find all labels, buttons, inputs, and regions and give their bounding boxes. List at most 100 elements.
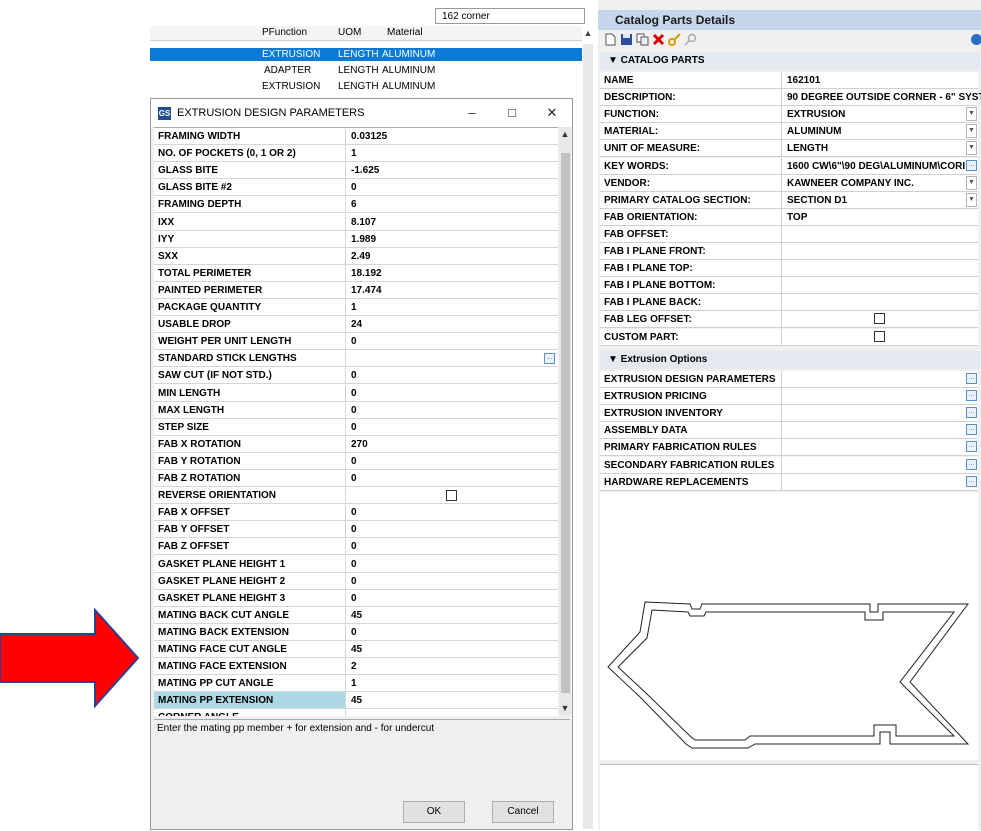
parts-list-row[interactable]: ADAPTER LENGTH ALUMINUM	[150, 64, 582, 77]
parameter-value[interactable]: 0	[346, 470, 558, 486]
catalog-row[interactable]: FAB I PLANE FRONT:	[600, 243, 978, 260]
catalog-field-value[interactable]: SECTION D1	[782, 192, 981, 208]
ellipsis-button[interactable]: ...	[966, 458, 977, 470]
parameter-row[interactable]: MIN LENGTH 0	[154, 384, 558, 402]
parameter-row[interactable]: GASKET PLANE HEIGHT 20	[154, 572, 558, 590]
ellipsis-button[interactable]: ...	[544, 353, 555, 365]
parameter-value[interactable]: 0.03125	[346, 128, 558, 144]
parameter-row[interactable]: MAX LENGTH 0	[154, 401, 558, 419]
parameter-row[interactable]: WEIGHT PER UNIT LENGTH 0	[154, 333, 558, 351]
ellipsis-button[interactable]: ...	[966, 441, 977, 453]
parameter-row[interactable]: CORNER ANGLE	[154, 709, 558, 716]
catalog-row[interactable]: FAB I PLANE BACK:	[600, 294, 981, 312]
parts-list-row[interactable]: EXTRUSION LENGTH ALUMINUM	[150, 80, 582, 93]
parameter-row[interactable]: GLASS BITE #2 0	[154, 179, 558, 197]
parameter-value[interactable]: 0	[346, 590, 558, 606]
catalog-field-value[interactable]	[782, 294, 981, 310]
parameter-row[interactable]: MATING PP CUT ANGLE 1	[154, 675, 558, 693]
catalog-field-value[interactable]: EXTRUSION	[782, 106, 981, 122]
parameter-row[interactable]: GLASS BITE -1.625	[154, 162, 558, 180]
parameter-value[interactable]: 8.107	[346, 214, 558, 230]
ellipsis-button[interactable]: ...	[966, 424, 977, 436]
parameter-value[interactable]: 18.192	[346, 265, 558, 281]
section-extrusion-options[interactable]: ▼ Extrusion Options	[600, 351, 980, 369]
parameter-row[interactable]: FRAMING DEPTH 6	[154, 196, 558, 214]
dropdown-arrow-icon[interactable]: ▼	[966, 124, 977, 139]
ellipsis-button[interactable]: ...	[966, 475, 977, 487]
catalog-row[interactable]: UNIT OF MEASURE: LENGTH ▼	[600, 140, 981, 158]
maximize-button[interactable]: □	[497, 103, 527, 123]
catalog-field-value[interactable]: ALUMINUM	[782, 123, 981, 139]
parameter-row[interactable]: MATING FACE EXTENSION 2	[154, 658, 558, 676]
parameter-row[interactable]: PAINTED PERIMETER 17.474	[154, 281, 558, 299]
catalog-row[interactable]: PRIMARY CATALOG SECTION: SECTION D1 ▼	[600, 191, 981, 209]
extrusion-option-row[interactable]: EXTRUSION PRICING...	[600, 388, 978, 406]
minimize-button[interactable]: –	[457, 103, 487, 123]
parameter-row[interactable]: USABLE DROP 24	[154, 316, 558, 334]
catalog-field-value[interactable]: LENGTH	[782, 140, 981, 156]
parameter-row[interactable]: TOTAL PERIMETER 18.192	[154, 264, 558, 282]
catalog-row[interactable]: FAB OFFSET:	[600, 225, 981, 243]
parameter-row[interactable]: SAW CUT (IF NOT STD.) 0	[154, 367, 558, 385]
parameter-row[interactable]: FAB X OFFSET 0	[154, 504, 558, 522]
parameter-row[interactable]: MATING PP EXTENSION 45	[154, 692, 558, 710]
dropdown-arrow-icon[interactable]: ▼	[966, 175, 977, 190]
parameter-value[interactable]: 1	[346, 675, 558, 691]
save-icon[interactable]	[620, 33, 633, 46]
column-header-uom[interactable]: UOM	[338, 26, 361, 40]
grid-scrollbar-thumb[interactable]	[561, 153, 570, 693]
catalog-field-value[interactable]	[782, 226, 981, 242]
parameter-value[interactable]: 0	[346, 367, 558, 383]
catalog-row[interactable]: VENDOR: KAWNEER COMPANY INC. ▼	[600, 174, 981, 192]
parameter-value[interactable]: 0	[346, 179, 558, 195]
parameter-value[interactable]: 2.49	[346, 248, 558, 264]
parameter-row[interactable]: GASKET PLANE HEIGHT 30	[154, 589, 558, 607]
parameter-row[interactable]: FAB Y ROTATION 0	[154, 452, 558, 470]
parameter-row[interactable]: IXX 8.107	[154, 213, 558, 231]
parameter-value[interactable]: 0	[346, 402, 558, 418]
scroll-down-icon[interactable]: ▼	[559, 703, 571, 713]
cancel-button[interactable]: Cancel	[492, 801, 554, 823]
parameter-value[interactable]: 0	[346, 521, 558, 537]
parameter-value[interactable]: 45	[346, 641, 558, 657]
parameter-value[interactable]: 0	[346, 453, 558, 469]
parameter-value[interactable]: 17.474	[346, 282, 558, 298]
parameter-value[interactable]: 6	[346, 196, 558, 212]
extrusion-option-row[interactable]: EXTRUSION DESIGN PARAMETERS...	[600, 371, 978, 388]
catalog-field-value[interactable]	[782, 243, 981, 259]
catalog-row[interactable]: FUNCTION: EXTRUSION ▼	[600, 106, 981, 124]
catalog-field-value[interactable]	[782, 277, 981, 293]
parameter-value[interactable]: 2	[346, 658, 558, 674]
catalog-field-value[interactable]	[782, 260, 981, 276]
parameter-row[interactable]: STANDARD STICK LENGTHS...	[154, 350, 558, 368]
column-header-material[interactable]: Material	[387, 26, 423, 40]
parameter-row[interactable]: PACKAGE QUANTITY 1	[154, 299, 558, 316]
parameter-value[interactable]: 1.989	[346, 231, 558, 247]
parameter-row[interactable]: MATING BACK CUT ANGLE 45	[154, 606, 558, 624]
catalog-row[interactable]: CUSTOM PART:	[600, 328, 978, 346]
catalog-row[interactable]: DESCRIPTION: 90 DEGREE OUTSIDE CORNER - 6…	[600, 89, 981, 107]
parameter-value[interactable]: 1	[346, 299, 558, 315]
parameter-value[interactable]: 1	[346, 145, 558, 161]
parameter-row[interactable]: FAB Z OFFSET 0	[154, 538, 558, 556]
dropdown-arrow-icon[interactable]: ▼	[966, 192, 977, 207]
parameter-value[interactable]: -1.625	[346, 162, 558, 178]
parameter-value[interactable]: 0	[346, 419, 558, 435]
parameter-row[interactable]: FRAMING WIDTH 0.03125	[154, 128, 558, 145]
parameter-value[interactable]: 0	[346, 538, 558, 554]
parameter-row[interactable]: STEP SIZE 0	[154, 418, 558, 436]
close-button[interactable]: ✕	[537, 103, 567, 123]
parameter-row[interactable]: FAB X ROTATION 270	[154, 435, 558, 453]
parameter-row[interactable]: IYY 1.989	[154, 230, 558, 248]
catalog-field-value[interactable]: KAWNEER COMPANY INC.	[782, 175, 981, 191]
catalog-field-value[interactable]: 1600 CW\6"\90 DEG\ALUMINUM\CORI	[782, 158, 981, 174]
column-header-pfunction[interactable]: PFunction	[262, 26, 307, 40]
delete-icon[interactable]	[652, 33, 665, 46]
dropdown-arrow-icon[interactable]: ▼	[966, 141, 977, 156]
parameter-row[interactable]: FAB Z ROTATION 0	[154, 470, 558, 487]
parameter-value[interactable]: 45	[346, 692, 558, 708]
extrusion-option-row[interactable]: SECONDARY FABRICATION RULES...	[600, 456, 978, 474]
parameter-value[interactable]: 0	[346, 333, 558, 349]
scroll-up-icon[interactable]: ▲	[559, 129, 571, 139]
catalog-row[interactable]: NAME 162101	[600, 72, 978, 89]
